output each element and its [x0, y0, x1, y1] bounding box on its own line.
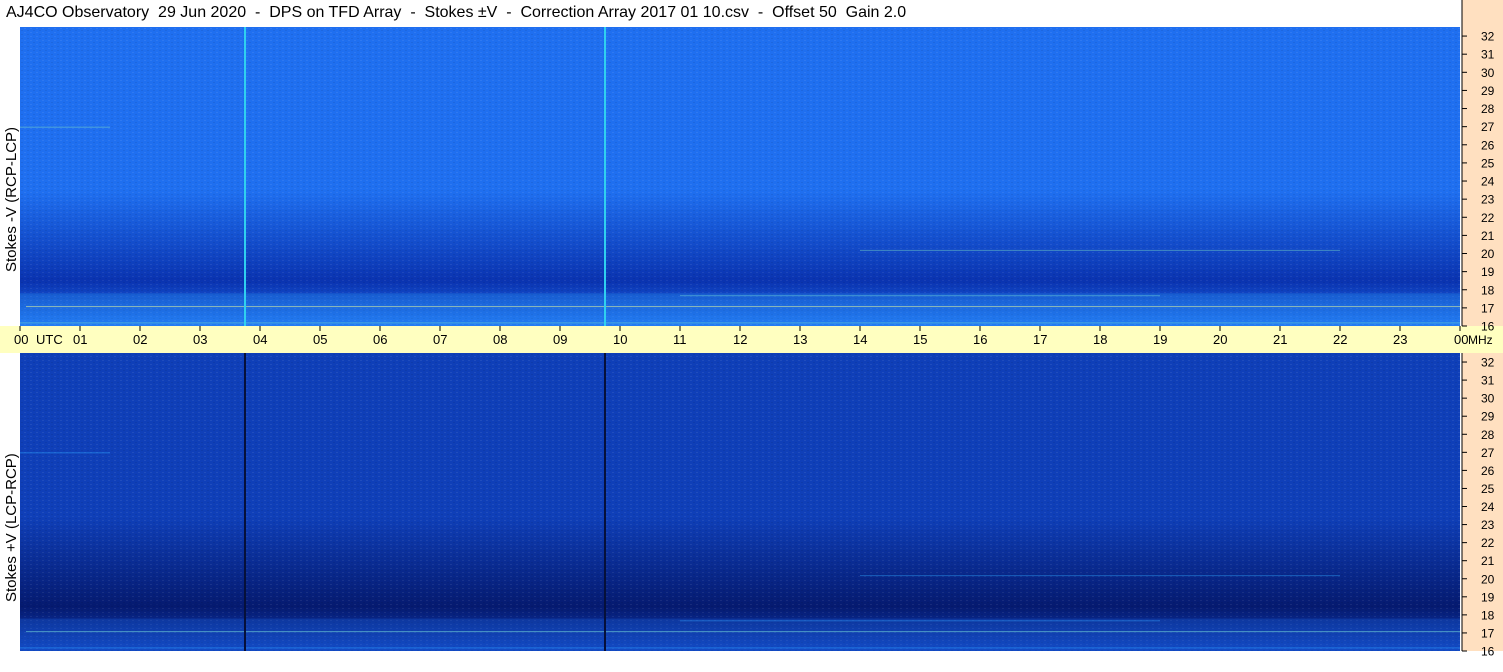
x-tick-label: 02 — [133, 332, 147, 347]
y-tick-label: 28 — [1481, 428, 1495, 442]
y-tick-label: 31 — [1481, 48, 1495, 62]
noise-texture — [20, 27, 1460, 326]
x-tick-label: 00 — [14, 332, 28, 347]
interference-streak — [860, 575, 1340, 577]
y-tick-label: 24 — [1481, 175, 1495, 189]
x-tick-label: 06 — [373, 332, 387, 347]
x-tick-label: 05 — [313, 332, 327, 347]
y-tick-label: 20 — [1481, 572, 1495, 586]
low-frequency-glow — [20, 293, 1460, 326]
time-axis-band — [0, 326, 1462, 353]
y-tick-label: 16 — [1481, 645, 1495, 659]
y-tick-label: 29 — [1481, 84, 1495, 98]
y-tick-label: 18 — [1481, 608, 1495, 622]
x-tick-label: 03 — [193, 332, 207, 347]
x-tick-label: 07 — [433, 332, 447, 347]
x-tick-label: 13 — [793, 332, 807, 347]
y-tick-label: 32 — [1481, 30, 1495, 44]
y-tick-label: 25 — [1481, 156, 1495, 170]
x-axis-unit-label: UTC — [36, 332, 63, 347]
x-tick-label: 17 — [1033, 332, 1047, 347]
x-tick-label: 04 — [253, 332, 267, 347]
y-tick-label: 17 — [1481, 626, 1495, 640]
y-tick-label: 17 — [1481, 301, 1495, 315]
x-tick-label: 19 — [1153, 332, 1167, 347]
y-tick-label: 25 — [1481, 482, 1495, 496]
y-tick-label: 26 — [1481, 464, 1495, 478]
top-panel-ylabel: Stokes -V (RCP-LCP) — [3, 126, 20, 272]
y-tick-label: 19 — [1481, 265, 1495, 279]
x-tick-label: 23 — [1393, 332, 1407, 347]
y-tick-label: 24 — [1481, 500, 1495, 514]
y-tick-label: 31 — [1481, 374, 1495, 388]
x-tick-label: 00 — [1454, 332, 1468, 347]
y-tick-label: 23 — [1481, 518, 1495, 532]
interference-streak — [20, 452, 110, 454]
interference-streak — [20, 126, 110, 128]
x-tick-label: 10 — [613, 332, 627, 347]
x-tick-label: 21 — [1273, 332, 1287, 347]
x-tick-label: 14 — [853, 332, 867, 347]
y-tick-label: 29 — [1481, 410, 1495, 424]
x-tick-label: 18 — [1093, 332, 1107, 347]
y-tick-label: 26 — [1481, 138, 1495, 152]
x-tick-label: 16 — [973, 332, 987, 347]
x-tick-label: 09 — [553, 332, 567, 347]
y-axis-unit-label: MHz — [1468, 333, 1493, 347]
interference-streak — [20, 278, 236, 280]
bottom-panel-ylabel: Stokes +V (LCP-RCP) — [3, 453, 20, 602]
interference-streak — [20, 604, 236, 606]
y-tick-label: 21 — [1481, 554, 1495, 568]
x-tick-label: 08 — [493, 332, 507, 347]
interference-streak — [860, 249, 1340, 251]
y-tick-label: 18 — [1481, 283, 1495, 297]
y-tick-label: 32 — [1481, 356, 1495, 370]
x-tick-label: 12 — [733, 332, 747, 347]
x-tick-label: 22 — [1333, 332, 1347, 347]
y-tick-label: 30 — [1481, 392, 1495, 406]
y-tick-label: 22 — [1481, 211, 1495, 225]
y-tick-label: 21 — [1481, 229, 1495, 243]
x-tick-label: 11 — [673, 332, 687, 347]
y-tick-label: 23 — [1481, 193, 1495, 207]
y-tick-label: 19 — [1481, 590, 1495, 604]
low-frequency-glow — [20, 618, 1460, 651]
y-tick-label: 16 — [1481, 320, 1495, 334]
x-tick-label: 20 — [1213, 332, 1227, 347]
y-tick-label: 28 — [1481, 102, 1495, 116]
spectrogram-chart: 16 17 18 19 20 21 22 23 24 25 26 27 28 29 30 31 32 16 17 18… — [0, 0, 1503, 659]
y-tick-label: 27 — [1481, 446, 1495, 460]
y-tick-label: 27 — [1481, 120, 1495, 134]
x-tick-label: 01 — [73, 332, 87, 347]
noise-texture — [20, 353, 1460, 651]
y-tick-label: 20 — [1481, 247, 1495, 261]
y-tick-label: 30 — [1481, 66, 1495, 80]
x-tick-label: 15 — [913, 332, 927, 347]
y-tick-label: 22 — [1481, 536, 1495, 550]
